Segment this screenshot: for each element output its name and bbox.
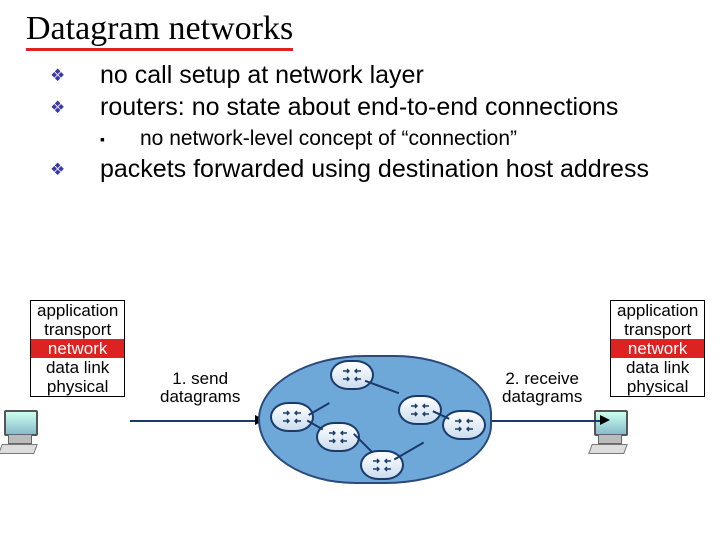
stack-layer: application bbox=[31, 301, 124, 320]
diamond-bullet-icon: ❖ bbox=[50, 61, 100, 91]
bullet-item: ❖ packets forwarded using destination ho… bbox=[50, 155, 690, 185]
stack-layer: physical bbox=[611, 377, 704, 396]
slide-title: Datagram networks bbox=[26, 10, 293, 51]
stack-layer: transport bbox=[31, 320, 124, 339]
network-diagram: application transport network data link … bbox=[0, 300, 720, 520]
bullet-item: ❖ no call setup at network layer bbox=[50, 61, 690, 91]
caption-line: 2. receive bbox=[505, 369, 579, 388]
bullet-list: ❖ no call setup at network layer ❖ route… bbox=[50, 61, 690, 185]
bullet-text: no call setup at network layer bbox=[100, 61, 424, 90]
router-icon bbox=[360, 450, 404, 480]
caption-line: 1. send bbox=[172, 369, 228, 388]
sub-bullet-item: ▪ no network-level concept of “connectio… bbox=[100, 127, 690, 151]
receive-caption: 2. receive datagrams bbox=[502, 370, 582, 406]
diamond-bullet-icon: ❖ bbox=[50, 155, 100, 185]
stack-layer-highlight: network bbox=[611, 339, 704, 358]
router-icon bbox=[270, 402, 314, 432]
stack-layer: physical bbox=[31, 377, 124, 396]
protocol-stack-sender: application transport network data link … bbox=[30, 300, 125, 397]
square-bullet-icon: ▪ bbox=[100, 127, 140, 151]
bullet-text: packets forwarded using destination host… bbox=[100, 155, 649, 184]
bullet-item: ❖ routers: no state about end-to-end con… bbox=[50, 93, 690, 123]
arrow-icon bbox=[600, 415, 610, 425]
link-line bbox=[488, 420, 603, 422]
stack-layer: transport bbox=[611, 320, 704, 339]
diamond-bullet-icon: ❖ bbox=[50, 93, 100, 123]
router-icon bbox=[398, 395, 442, 425]
stack-layer: data link bbox=[31, 358, 124, 377]
caption-line: datagrams bbox=[160, 387, 240, 406]
stack-layer-highlight: network bbox=[31, 339, 124, 358]
router-icon bbox=[316, 422, 360, 452]
stack-layer: data link bbox=[611, 358, 704, 377]
stack-layer: application bbox=[611, 301, 704, 320]
router-icon bbox=[442, 410, 486, 440]
host-computer-icon bbox=[0, 410, 45, 450]
bullet-text: no network-level concept of “connection” bbox=[140, 127, 517, 151]
router-icon bbox=[330, 360, 374, 390]
send-caption: 1. send datagrams bbox=[160, 370, 240, 406]
link-line bbox=[130, 420, 260, 422]
protocol-stack-receiver: application transport network data link … bbox=[610, 300, 705, 397]
host-computer-icon bbox=[590, 410, 635, 450]
bullet-text: routers: no state about end-to-end conne… bbox=[100, 93, 618, 122]
caption-line: datagrams bbox=[502, 387, 582, 406]
